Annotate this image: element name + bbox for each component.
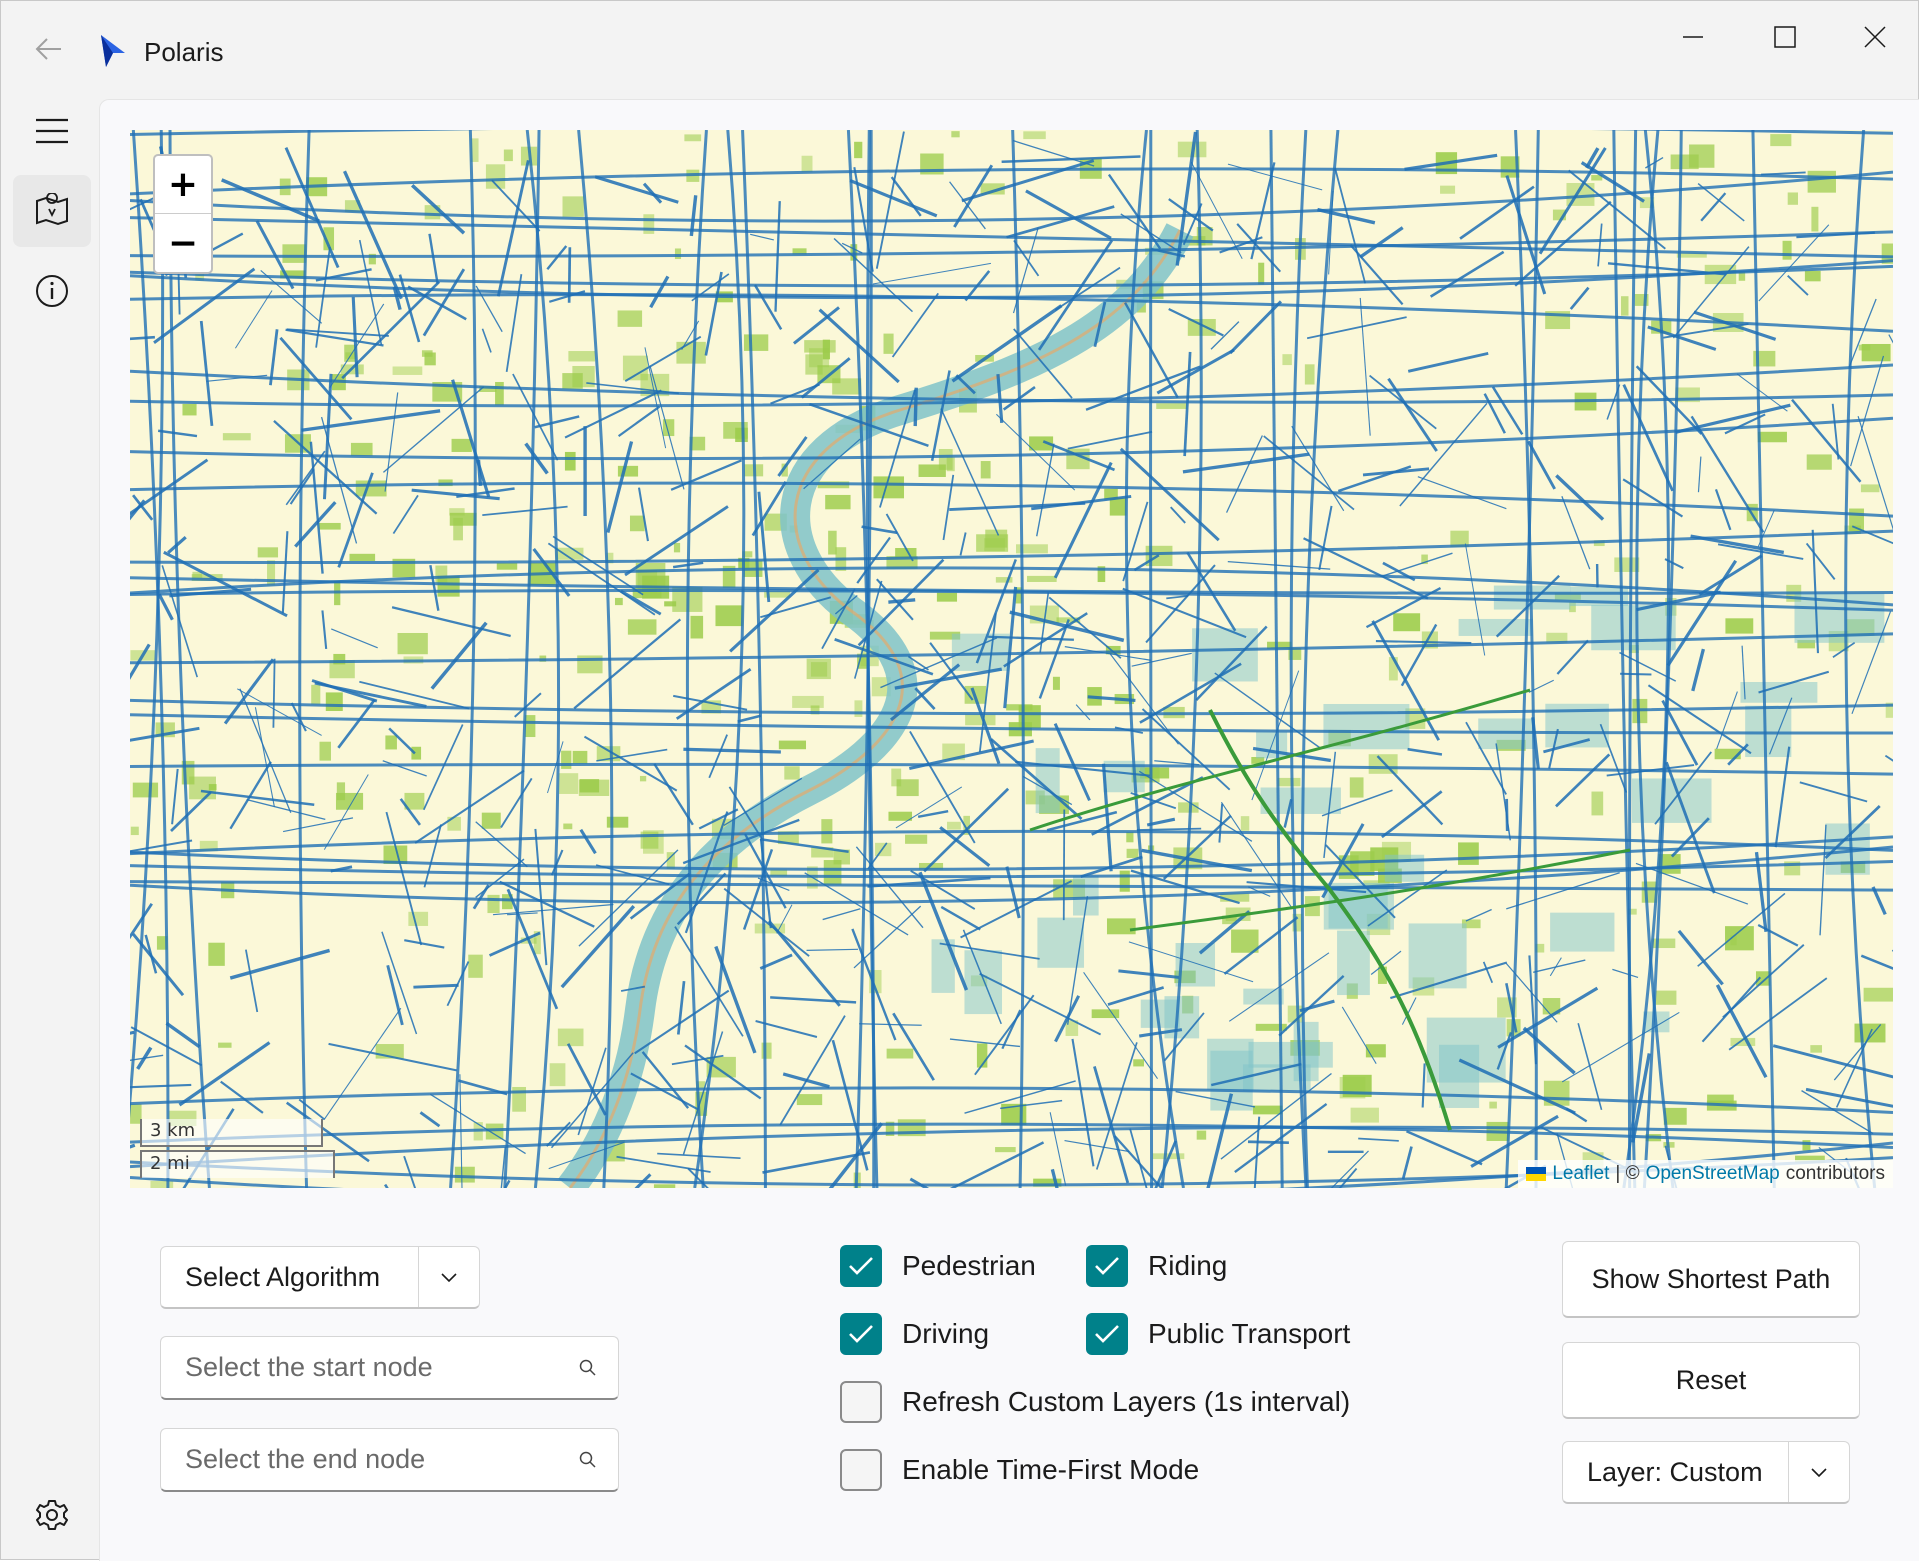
layer-select[interactable]: Layer: Custom [1562, 1441, 1850, 1504]
algorithm-select[interactable]: Select Algorithm [160, 1246, 480, 1309]
checkbox-box[interactable] [840, 1449, 882, 1491]
refresh-custom-layers-label: Refresh Custom Layers (1s interval) [902, 1386, 1350, 1418]
minimize-icon [1681, 25, 1705, 49]
gear-icon [35, 1498, 69, 1532]
app-window: Polaris [0, 0, 1919, 1560]
scale-km: 3 km [140, 1119, 323, 1147]
nav-item-settings[interactable] [13, 1479, 91, 1551]
hamburger-menu-icon [35, 118, 69, 144]
checkmark-icon[interactable] [1086, 1313, 1128, 1355]
attribution-suffix: contributors [1786, 1163, 1885, 1185]
public-transport-label: Public Transport [1148, 1318, 1350, 1350]
zoom-out-button[interactable]: − [155, 214, 211, 272]
end-node-input[interactable] [161, 1444, 558, 1475]
polaris-cursor-icon [93, 31, 133, 71]
back-button[interactable] [23, 23, 75, 75]
map-tiles [130, 130, 1893, 1188]
maximize-button[interactable] [1741, 9, 1829, 65]
pedestrian-label: Pedestrian [902, 1250, 1036, 1282]
app-title: Polaris [144, 37, 223, 68]
refresh-custom-layers-checkbox[interactable]: Refresh Custom Layers (1s interval) [840, 1381, 1350, 1423]
chevron-down-icon [419, 1271, 479, 1283]
start-node-field[interactable] [160, 1336, 619, 1400]
map-icon [34, 193, 70, 229]
checkmark-icon[interactable] [840, 1245, 882, 1287]
checkbox-box[interactable] [840, 1381, 882, 1423]
back-arrow-icon [34, 34, 64, 64]
driving-label: Driving [902, 1318, 989, 1350]
time-first-mode-checkbox[interactable]: Enable Time-First Mode [840, 1449, 1199, 1491]
pedestrian-checkbox[interactable]: Pedestrian [840, 1245, 1036, 1287]
ukraine-flag-icon [1526, 1167, 1546, 1181]
scale-mi: 2 mi [140, 1150, 335, 1178]
riding-checkbox[interactable]: Riding [1086, 1245, 1227, 1287]
close-icon [1863, 25, 1887, 49]
info-icon [35, 274, 69, 308]
end-node-field[interactable] [160, 1428, 619, 1492]
zoom-in-button[interactable]: + [155, 156, 211, 214]
attribution-separator: | © [1615, 1163, 1639, 1185]
chevron-down-icon [1789, 1466, 1849, 1478]
layer-select-label: Layer: Custom [1563, 1457, 1788, 1488]
map-attribution: Leaflet | © OpenStreetMap contributors [1518, 1160, 1893, 1188]
close-button[interactable] [1831, 9, 1919, 65]
search-icon[interactable] [558, 1450, 618, 1470]
start-node-input[interactable] [161, 1352, 558, 1383]
map-view[interactable]: + − 3 km 2 mi Leaflet | © OpenStreetMap … [130, 130, 1893, 1188]
maximize-icon [1773, 25, 1797, 49]
nav-item-about[interactable] [13, 255, 91, 327]
driving-checkbox[interactable]: Driving [840, 1313, 989, 1355]
zoom-control: + − [153, 154, 213, 274]
riding-label: Riding [1148, 1250, 1227, 1282]
minimize-button[interactable] [1649, 9, 1737, 65]
reset-button[interactable]: Reset [1562, 1342, 1860, 1419]
search-icon[interactable] [558, 1358, 618, 1378]
algorithm-select-label: Select Algorithm [161, 1262, 418, 1293]
title-bar: Polaris [1, 1, 1919, 99]
nav-item-map[interactable] [13, 175, 91, 247]
leaflet-link[interactable]: Leaflet [1552, 1163, 1609, 1185]
openstreetmap-link[interactable]: OpenStreetMap [1646, 1163, 1780, 1185]
time-first-mode-label: Enable Time-First Mode [902, 1454, 1199, 1486]
nav-menu-button[interactable] [13, 95, 91, 167]
show-shortest-path-button[interactable]: Show Shortest Path [1562, 1241, 1860, 1318]
checkmark-icon[interactable] [1086, 1245, 1128, 1287]
checkmark-icon[interactable] [840, 1313, 882, 1355]
public-transport-checkbox[interactable]: Public Transport [1086, 1313, 1350, 1355]
